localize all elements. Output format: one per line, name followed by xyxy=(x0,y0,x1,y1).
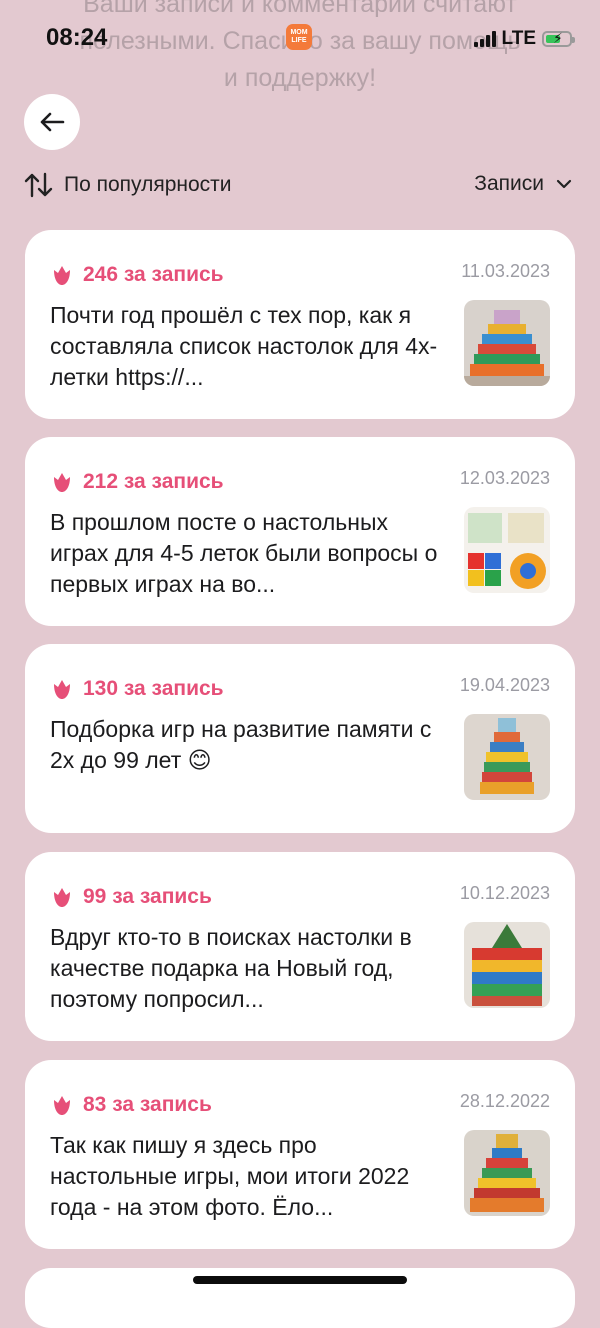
post-excerpt: Так как пишу я здесь про настольные игры… xyxy=(50,1132,410,1220)
sort-bar: По популярности Записи xyxy=(24,172,572,208)
signal-icon xyxy=(473,31,496,47)
chevron-down-icon xyxy=(556,179,572,189)
reward-amount: 246 за запись xyxy=(83,263,224,286)
back-button[interactable] xyxy=(24,94,80,150)
reward-amount: 83 за запись xyxy=(83,1093,212,1116)
post-date: 11.03.2023 xyxy=(461,261,550,281)
post-thumbnail xyxy=(464,507,550,593)
sort-button[interactable]: По популярности xyxy=(24,172,232,198)
tulip-icon xyxy=(54,266,70,285)
sort-arrows-icon xyxy=(24,172,53,198)
post-card[interactable]: 99 за запись 10.12.2023 Вдруг кто-то в п… xyxy=(25,852,575,1041)
tulip-icon xyxy=(54,680,70,699)
filter-dropdown[interactable]: Записи xyxy=(474,172,572,196)
post-card[interactable]: 212 за запись 12.03.2023 В прошлом посте… xyxy=(25,437,575,626)
post-card[interactable]: 246 за запись 11.03.2023 Почти год прошё… xyxy=(25,230,575,419)
home-indicator[interactable] xyxy=(193,1276,407,1284)
post-date: 19.04.2023 xyxy=(459,675,550,695)
tulip-icon xyxy=(54,1096,70,1115)
post-thumbnail xyxy=(464,300,550,386)
post-card[interactable]: 130 за запись 19.04.2023 Подборка игр на… xyxy=(25,644,575,833)
arrow-left-icon xyxy=(40,112,65,132)
network-type: LTE xyxy=(501,28,536,49)
post-excerpt: Почти год прошёл с тех пор, как я состав… xyxy=(50,302,438,390)
sort-label: По популярности xyxy=(64,173,232,196)
tulip-icon xyxy=(54,888,70,907)
filter-label: Записи xyxy=(474,172,544,195)
reward-amount: 130 за запись xyxy=(83,677,224,700)
status-bar: 08:24 MOM LIFE LTE ⚡ xyxy=(0,18,600,62)
app-logo-icon: MOM LIFE xyxy=(286,24,312,50)
post-thumbnail xyxy=(464,714,550,800)
post-date: 10.12.2023 xyxy=(459,883,550,903)
post-excerpt: Вдруг кто-то в поисках настолки в качест… xyxy=(50,924,412,1012)
post-thumbnail xyxy=(464,922,550,1008)
battery-icon: ⚡ xyxy=(542,30,575,47)
post-date: 12.03.2023 xyxy=(459,468,550,488)
post-excerpt: Подборка игр на развитие памяти с 2х до … xyxy=(50,716,432,773)
post-thumbnail xyxy=(464,1130,550,1216)
post-date: 28.12.2022 xyxy=(459,1091,550,1111)
reward-amount: 99 за запись xyxy=(83,885,212,908)
status-time: 08:24 xyxy=(46,24,108,51)
post-card[interactable]: 83 за запись 28.12.2022 Так как пишу я з… xyxy=(25,1060,575,1249)
tulip-icon xyxy=(54,473,70,492)
thanks-message-line3: и поддержку! xyxy=(223,64,377,92)
reward-amount: 212 за запись xyxy=(83,470,224,493)
post-excerpt: В прошлом посте о настольных играх для 4… xyxy=(50,509,438,597)
